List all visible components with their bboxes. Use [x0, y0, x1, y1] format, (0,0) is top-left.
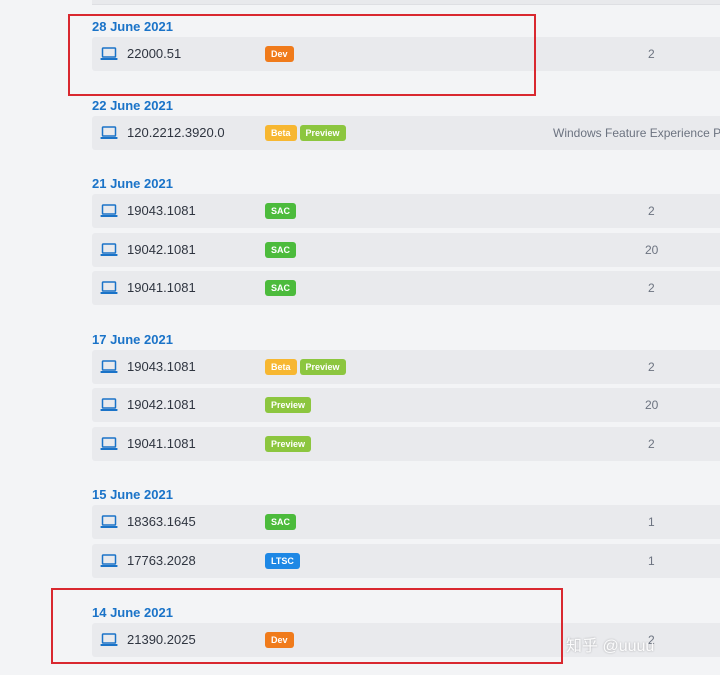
- build-row[interactable]: 19041.1081 SAC 2: [92, 271, 720, 306]
- channel-badges: LTSC: [265, 553, 303, 569]
- channel-badges: Beta Preview: [265, 358, 349, 375]
- laptop-icon: [100, 242, 118, 258]
- laptop-icon: [100, 359, 118, 375]
- laptop-icon: [100, 125, 118, 141]
- build-row[interactable]: 19041.1081 Preview 2: [92, 426, 720, 461]
- build-version: 19043.1081: [127, 203, 196, 218]
- build-row[interactable]: 19042.1081 SAC 20: [92, 232, 720, 267]
- watermark: 知乎 @uuuu: [566, 638, 655, 655]
- channel-badges: SAC: [265, 280, 299, 297]
- laptop-icon: [100, 514, 118, 530]
- build-row[interactable]: 18363.1645 SAC 1: [92, 505, 720, 540]
- laptop-icon: [100, 436, 118, 452]
- build-row[interactable]: 19043.1081 Beta Preview 2: [92, 349, 720, 384]
- build-version: 19043.1081: [127, 358, 196, 374]
- build-description: 20: [645, 242, 659, 257]
- channel-badges: SAC: [265, 514, 299, 531]
- badge-preview: Preview: [299, 124, 346, 141]
- build-release-list: 28 June 2021 22000.51 Dev 2 22 June 2021 120.…: [0, 0, 720, 675]
- build-description: 2: [648, 281, 655, 296]
- channel-badges: SAC: [265, 241, 299, 258]
- laptop-icon: [100, 553, 118, 569]
- build-version: 19041.1081: [127, 435, 196, 451]
- build-description: 2: [648, 359, 655, 374]
- highlight-annotation-box: [51, 588, 563, 664]
- build-version: 120.2212.3920.0: [127, 124, 225, 140]
- badge-preview: Preview: [265, 397, 312, 414]
- badge-sac: SAC: [265, 514, 297, 531]
- badge-sac: SAC: [265, 203, 297, 219]
- build-version: 19041.1081: [127, 280, 196, 296]
- badge-ltsc: LTSC: [265, 553, 300, 569]
- build-row[interactable]: 17763.2028 LTSC 1: [92, 544, 720, 578]
- build-row[interactable]: 19042.1081 Preview 20: [92, 388, 720, 423]
- badge-beta: Beta: [265, 124, 297, 141]
- build-row[interactable]: 19043.1081 SAC 2: [92, 194, 720, 228]
- channel-badges: Preview: [265, 435, 314, 452]
- date-header: 21 June 2021: [92, 176, 173, 191]
- build-description: 1: [648, 515, 655, 530]
- badge-beta: Beta: [265, 358, 297, 375]
- build-version: 18363.1645: [127, 514, 196, 530]
- build-version: 17763.2028: [127, 553, 196, 568]
- build-description: Windows Feature Experience P: [553, 125, 720, 140]
- date-header: 17 June 2021: [92, 331, 173, 347]
- laptop-icon: [100, 397, 118, 413]
- channel-badges: SAC: [265, 203, 299, 219]
- build-description: 2: [648, 47, 655, 61]
- highlight-annotation-box: [68, 14, 536, 96]
- badge-preview: Preview: [299, 358, 346, 375]
- badge-sac: SAC: [265, 280, 297, 297]
- channel-badges: Preview: [265, 397, 314, 414]
- channel-badges: Beta Preview: [265, 124, 349, 141]
- date-header: 15 June 2021: [92, 487, 173, 503]
- badge-sac: SAC: [265, 241, 297, 258]
- build-description: 1: [648, 554, 655, 568]
- build-row[interactable]: 120.2212.3920.0 Beta Preview Windows Featur…: [92, 115, 720, 150]
- badge-preview: Preview: [265, 435, 312, 452]
- build-version: 19042.1081: [127, 397, 196, 413]
- laptop-icon: [100, 203, 118, 219]
- build-description: 2: [648, 204, 655, 218]
- date-header: 22 June 2021: [92, 97, 173, 113]
- laptop-icon: [100, 280, 118, 296]
- build-description: 20: [645, 398, 659, 413]
- build-version: 19042.1081: [127, 241, 196, 257]
- build-description: 2: [648, 436, 655, 451]
